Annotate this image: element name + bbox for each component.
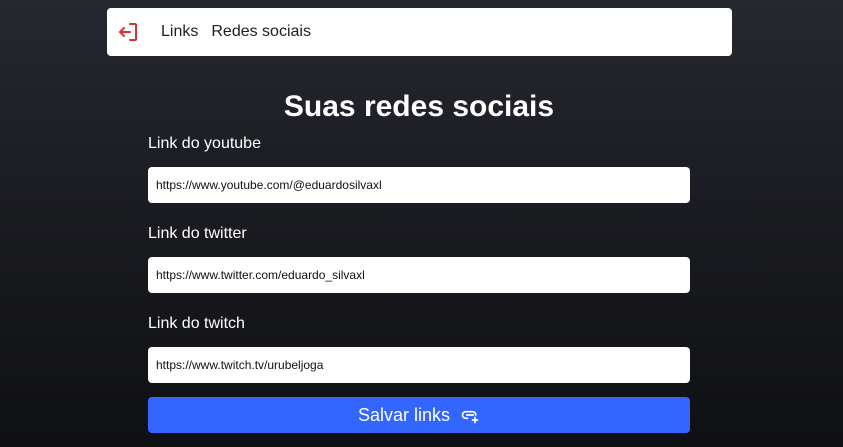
twitter-label: Link do twitter — [148, 225, 247, 242]
page-title: Suas redes sociais — [283, 90, 555, 123]
youtube-label: Link do youtube — [148, 135, 261, 152]
nav-link-redes-sociais[interactable]: Redes sociais — [211, 23, 311, 41]
logout-icon[interactable] — [117, 20, 141, 44]
twitch-input[interactable] — [148, 347, 690, 383]
link-plus-icon — [460, 405, 480, 425]
nav-link-links[interactable]: Links — [161, 23, 198, 41]
save-links-label: Salvar links — [357, 404, 451, 425]
save-links-button[interactable]: Salvar links — [148, 397, 690, 433]
twitch-label: Link do twitch — [148, 315, 245, 332]
twitter-input[interactable] — [148, 257, 690, 293]
top-navbar: Links Redes sociais — [107, 8, 732, 56]
youtube-input[interactable] — [148, 167, 690, 203]
